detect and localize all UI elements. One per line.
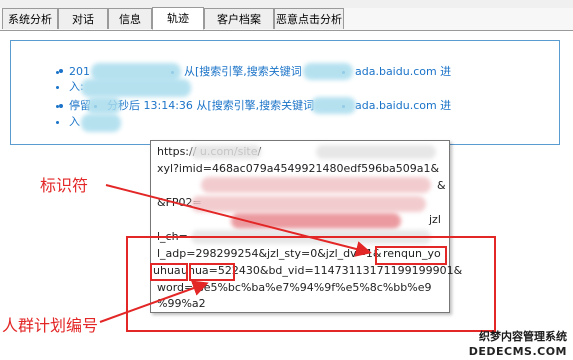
- watermark-text: 织梦内容管理系统: [479, 330, 567, 343]
- annotation-arrows: [99, 184, 372, 323]
- arrow-to-plan-id: [99, 280, 209, 323]
- arrow-to-identifier: [105, 184, 372, 257]
- watermark-domain: DEDECMS.COM: [468, 345, 567, 358]
